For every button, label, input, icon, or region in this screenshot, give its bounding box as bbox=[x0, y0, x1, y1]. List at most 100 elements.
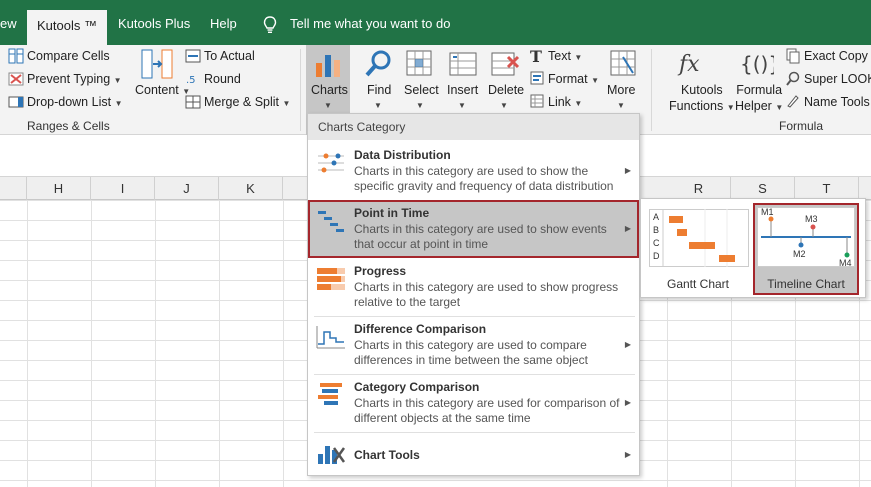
formula-helper-icon: {()} bbox=[740, 52, 774, 76]
column-header[interactable]: S bbox=[731, 177, 795, 200]
chevron-right-icon: ▶ bbox=[624, 398, 631, 407]
group-separator bbox=[300, 49, 301, 131]
column-header[interactable]: R bbox=[667, 177, 731, 200]
chevron-down-icon: ▼ bbox=[416, 101, 424, 110]
insert-button[interactable]: Insert bbox=[447, 83, 478, 97]
compare-cells-icon bbox=[8, 48, 24, 64]
function-fx-icon: fx bbox=[677, 52, 700, 77]
delete-icon bbox=[491, 52, 520, 76]
merge-split-icon bbox=[185, 95, 201, 109]
tell-me-search[interactable]: Tell me what you want to do bbox=[290, 13, 450, 35]
merge-split-button[interactable]: Merge & Split ▼ bbox=[204, 95, 290, 109]
menu-item-progress[interactable]: Progress Charts in this category are use… bbox=[308, 258, 639, 316]
point-in-time-submenu: A B C D Gantt Chart M1 M2 M3 M4 Timeline… bbox=[640, 198, 866, 298]
chevron-down-icon: ▼ bbox=[374, 101, 382, 110]
kutools-functions-line2: Functions ▼ bbox=[669, 98, 735, 116]
find-button[interactable]: Find bbox=[367, 83, 391, 97]
content-icon bbox=[141, 49, 173, 79]
menu-item-data-distribution[interactable]: Data Distribution Charts in this categor… bbox=[308, 142, 639, 200]
chevron-down-icon: ▼ bbox=[775, 103, 784, 112]
svg-text:{()}: {()} bbox=[740, 52, 774, 76]
text-button[interactable]: Text ▼ bbox=[548, 49, 582, 63]
column-header[interactable]: H bbox=[27, 177, 91, 200]
chevron-down-icon: ▼ bbox=[591, 76, 599, 85]
format-label: Format bbox=[548, 72, 588, 86]
to-actual-button[interactable]: To Actual bbox=[204, 49, 255, 63]
charts-button[interactable]: Charts bbox=[311, 83, 348, 97]
menu-item-difference-comparison[interactable]: Difference Comparison Charts in this cat… bbox=[308, 316, 639, 374]
timeline-chart-label: Timeline Chart bbox=[767, 277, 845, 291]
round-icon: .5 bbox=[186, 75, 196, 86]
svg-text:.5: .5 bbox=[186, 75, 196, 86]
formula-helper-button[interactable]: Formula Helper ▼ bbox=[735, 82, 783, 116]
column-header[interactable]: J bbox=[155, 177, 219, 200]
select-icon bbox=[406, 50, 432, 76]
kutools-functions-line1: Kutools bbox=[680, 83, 723, 97]
column-header[interactable]: T bbox=[795, 177, 859, 200]
tab-help[interactable]: Help bbox=[210, 13, 237, 35]
link-button[interactable]: Link ▼ bbox=[548, 95, 582, 109]
menu-item-desc: Charts in this category are used to comp… bbox=[354, 338, 588, 367]
chevron-down-icon: ▼ bbox=[726, 103, 735, 112]
menu-item-title: Difference Comparison bbox=[354, 322, 487, 336]
chevron-down-icon: ▼ bbox=[282, 99, 291, 108]
tab-view[interactable]: ew bbox=[0, 13, 17, 35]
name-tools-button[interactable]: Name Tools ▼ bbox=[804, 95, 871, 109]
text-icon: T bbox=[530, 48, 542, 64]
group-label-formula: Formula bbox=[779, 119, 824, 133]
text-label: Text bbox=[548, 49, 571, 63]
menu-item-title: Point in Time bbox=[354, 206, 430, 220]
link-icon bbox=[530, 94, 544, 108]
tab-kutools-plus[interactable]: Kutools Plus bbox=[118, 13, 190, 35]
charts-category-menu: Charts Category Data Distribution Charts… bbox=[307, 113, 640, 476]
menu-item-title: Category Comparison bbox=[354, 380, 480, 394]
chevron-down-icon: ▼ bbox=[574, 99, 583, 108]
group-separator bbox=[651, 49, 652, 131]
kutools-functions-button[interactable]: Kutools Functions ▼ bbox=[669, 82, 735, 116]
compare-cells-button[interactable]: Compare Cells bbox=[27, 49, 110, 63]
select-button[interactable]: Select bbox=[404, 83, 439, 97]
column-header[interactable]: K bbox=[219, 177, 283, 200]
tab-kutools[interactable]: Kutools ™ bbox=[27, 10, 107, 45]
content-label: Content bbox=[135, 83, 179, 97]
chart-tools-icon bbox=[318, 446, 346, 464]
svg-text:T: T bbox=[530, 48, 542, 64]
merge-split-label: Merge & Split bbox=[204, 95, 280, 109]
grid-line bbox=[91, 200, 92, 487]
gantt-chart-option[interactable]: A B C D Gantt Chart bbox=[645, 203, 751, 295]
content-button[interactable]: Content ▼ bbox=[135, 83, 190, 97]
round-button[interactable]: Round bbox=[204, 72, 241, 86]
timeline-chart-option[interactable]: M1 M2 M3 M4 Timeline Chart bbox=[753, 203, 859, 295]
super-lookup-button[interactable]: Super LOOKU bbox=[804, 72, 871, 86]
dropdown-list-icon bbox=[8, 96, 24, 108]
menu-item-desc: Charts in this category are used to show… bbox=[354, 222, 607, 251]
category-comparison-icon bbox=[318, 383, 342, 405]
grid-line bbox=[27, 200, 28, 487]
dropdown-list-button[interactable]: Drop-down List ▼ bbox=[27, 95, 122, 109]
menu-item-title: Data Distribution bbox=[354, 148, 451, 162]
chevron-down-icon: ▼ bbox=[574, 53, 583, 62]
format-icon bbox=[530, 71, 544, 85]
menu-separator bbox=[314, 432, 635, 433]
prevent-typing-button[interactable]: Prevent Typing ▼ bbox=[27, 72, 122, 86]
menu-item-point-in-time[interactable]: Point in Time Charts in this category ar… bbox=[308, 200, 639, 258]
menu-item-category-comparison[interactable]: Category Comparison Charts in this categ… bbox=[308, 374, 639, 432]
insert-icon bbox=[449, 52, 477, 76]
formula-helper-line2: Helper ▼ bbox=[735, 98, 783, 116]
delete-button[interactable]: Delete bbox=[488, 83, 524, 97]
chevron-right-icon: ▶ bbox=[624, 450, 631, 459]
format-button[interactable]: Format ▼ bbox=[548, 72, 599, 86]
timeline-marker: M2 bbox=[793, 249, 806, 259]
column-header[interactable]: I bbox=[91, 177, 155, 200]
charts-icon bbox=[316, 55, 340, 77]
menu-item-chart-tools[interactable]: Chart Tools ▶ bbox=[308, 434, 639, 474]
exact-copy-button[interactable]: Exact Copy bbox=[804, 49, 868, 63]
more-button[interactable]: More bbox=[607, 83, 635, 97]
timeline-marker: M3 bbox=[805, 214, 818, 224]
name-tools-label: Name Tools bbox=[804, 95, 870, 109]
select-all-corner[interactable] bbox=[0, 177, 27, 200]
menu-item-desc: Charts in this category are used to show… bbox=[354, 280, 619, 309]
grid-line bbox=[155, 200, 156, 487]
gantt-row-label: C bbox=[653, 238, 660, 248]
gantt-chart-label: Gantt Chart bbox=[666, 277, 730, 291]
